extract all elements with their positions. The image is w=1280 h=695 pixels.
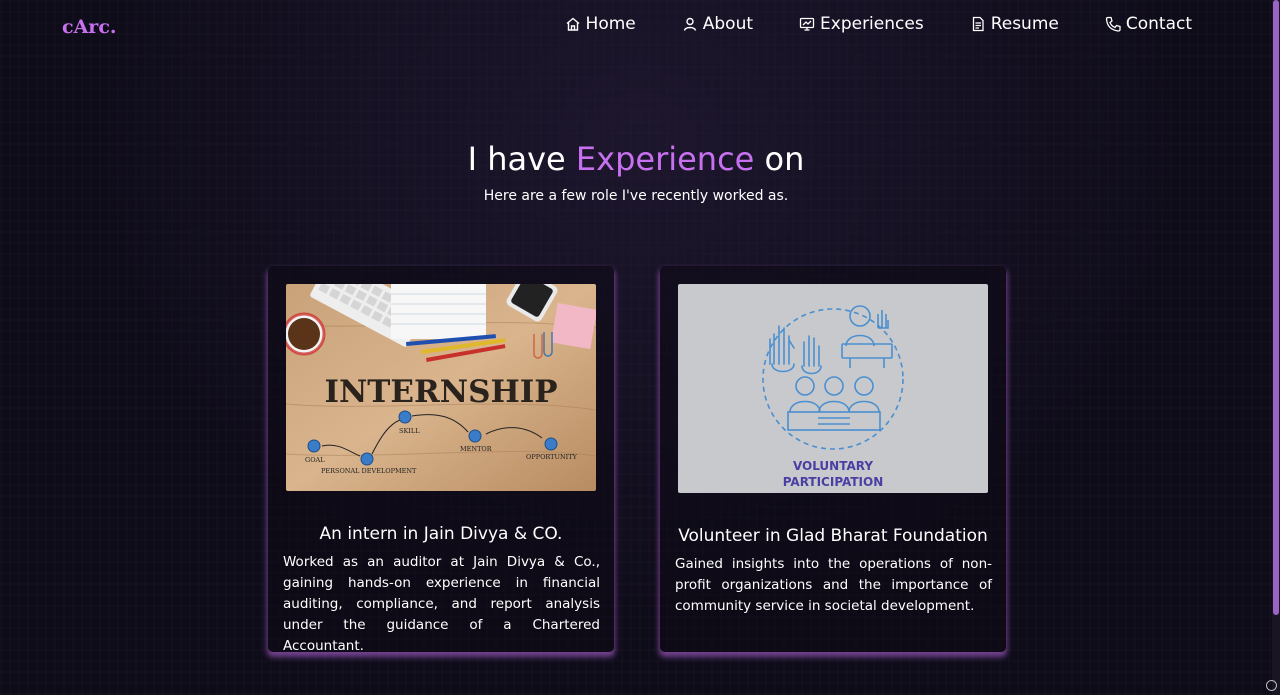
nav-about-label: About: [702, 14, 754, 34]
section-subheading: Here are a few role I've recently worked…: [483, 188, 789, 204]
nav-experiences-label: Experiences: [820, 14, 924, 34]
card-title: An intern in Jain Divya & CO.: [319, 524, 563, 544]
label-opportunity: OPPORTUNITY: [526, 453, 578, 461]
nav-menu: Home About Experiences Resume Contact: [519, 14, 1192, 34]
label-goal: GOAL: [305, 456, 325, 464]
heading-highlight: Experience: [575, 140, 755, 178]
nav-resume[interactable]: Resume: [970, 14, 1059, 34]
navbar: cArc. Home About Experiences Resume Cont…: [0, 0, 1272, 54]
internship-image: INTERNSHIP GOAL PERSONAL DEVELOPMENT SKI…: [286, 284, 596, 491]
nav-home[interactable]: Home: [565, 14, 636, 34]
experience-card-internship: INTERNSHIP GOAL PERSONAL DEVELOPMENT SKI…: [268, 266, 614, 654]
label-mentor: MENTOR: [460, 445, 493, 453]
nav-contact-label: Contact: [1125, 14, 1192, 34]
label-skill: SKILL: [399, 427, 420, 435]
nav-contact[interactable]: Contact: [1105, 14, 1192, 34]
heading-prefix: I have: [467, 140, 566, 178]
card-title: Volunteer in Glad Bharat Foundation: [678, 526, 988, 546]
logo[interactable]: cArc.: [62, 16, 117, 38]
nav-resume-label: Resume: [990, 14, 1059, 34]
experience-card-volunteer: VOLUNTARY PARTICIPATION Volunteer in Gla…: [660, 266, 1006, 652]
scrollbar[interactable]: [1272, 0, 1280, 695]
document-icon: [972, 16, 984, 32]
internship-headline: INTERNSHIP: [324, 374, 557, 410]
card-description: Gained insights into the operations of n…: [675, 556, 992, 614]
scrollbar-thumb[interactable]: [1273, 0, 1279, 615]
participation-text: PARTICIPATION: [783, 475, 884, 489]
settings-icon[interactable]: [1266, 680, 1277, 691]
nav-about[interactable]: About: [682, 14, 753, 34]
nav-home-label: Home: [585, 14, 636, 34]
heading-suffix: on: [764, 140, 805, 178]
volunteer-image: VOLUNTARY PARTICIPATION: [678, 284, 988, 493]
phone-icon: [1105, 16, 1121, 32]
voluntary-text: VOLUNTARY: [793, 459, 873, 473]
presentation-icon: [799, 17, 815, 31]
home-icon: [566, 17, 579, 31]
user-icon: [683, 17, 696, 31]
label-personal-development: PERSONAL DEVELOPMENT: [321, 467, 417, 475]
nav-experiences[interactable]: Experiences: [799, 14, 924, 34]
card-description: Worked as an auditor at Jain Divya & Co.…: [283, 554, 600, 654]
section-heading: I have Experience on: [0, 140, 1272, 178]
